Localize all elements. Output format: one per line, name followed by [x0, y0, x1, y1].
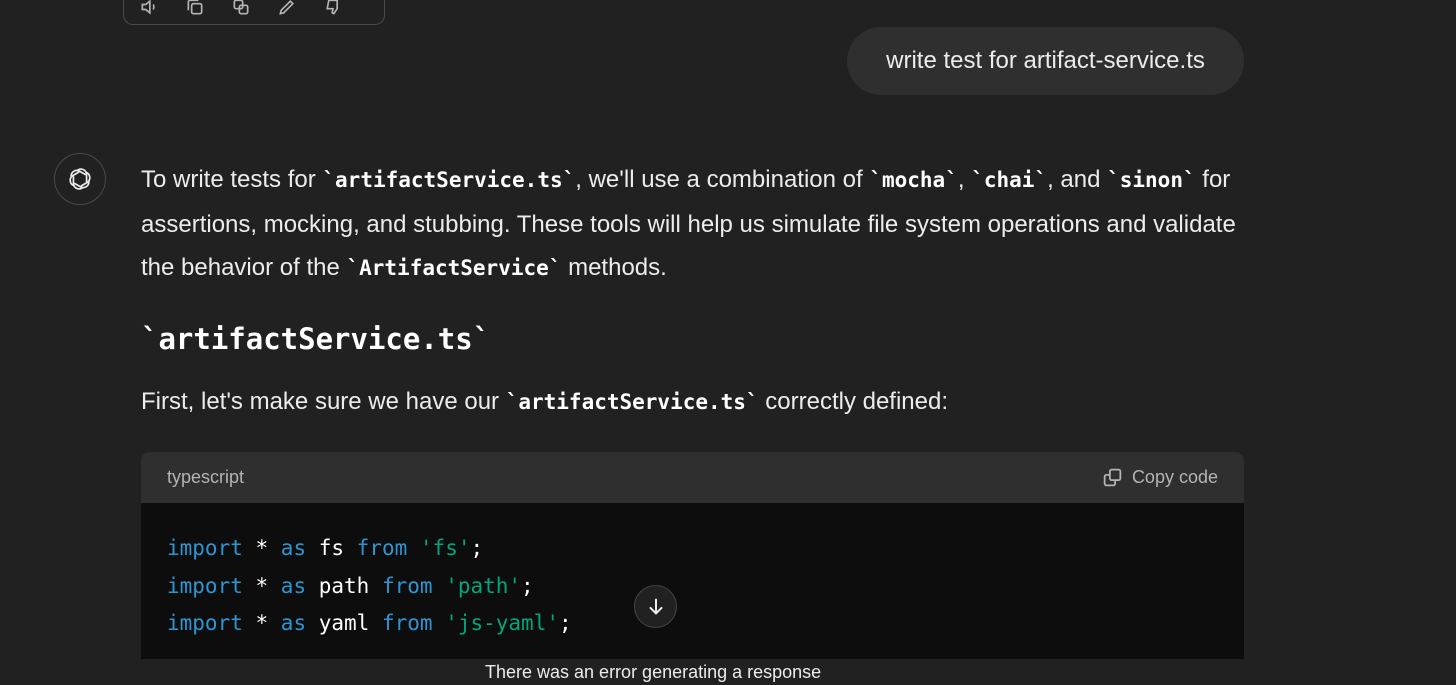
inline-code: `ArtifactService` — [346, 256, 562, 280]
code-block: typescript Copy code import * as fs from… — [141, 452, 1244, 660]
code-string: 'fs' — [419, 536, 471, 560]
inline-code: `mocha` — [869, 168, 958, 192]
code-keyword: from — [381, 611, 433, 635]
text-segment: , — [957, 166, 972, 193]
code-keyword: import — [167, 573, 243, 598]
speaker-icon[interactable] — [138, 0, 160, 18]
user-message-bubble: write test for artifact-service.ts — [847, 27, 1244, 95]
copy-icon — [1103, 468, 1122, 487]
code-text: ; — [558, 611, 572, 635]
inline-code: `sinon` — [1107, 168, 1196, 192]
inline-code: `chai` — [971, 168, 1048, 192]
code-string: 'js-yaml' — [445, 611, 559, 635]
assistant-paragraph: To write tests for `artifactService.ts`,… — [141, 158, 1251, 291]
code-text: * — [242, 611, 281, 635]
text-segment: To write tests for — [141, 166, 323, 193]
code-keyword: import — [167, 536, 243, 560]
copy-code-button[interactable]: Copy code — [1102, 467, 1218, 488]
section-heading: `artifactService.ts` — [141, 322, 491, 356]
arrow-down-icon — [648, 598, 663, 614]
code-block-header: typescript Copy code — [141, 452, 1244, 503]
code-string: 'path' — [445, 573, 522, 598]
regenerate-icon[interactable] — [230, 0, 252, 18]
copy-icon[interactable] — [184, 0, 206, 18]
code-text: yaml — [306, 611, 382, 635]
inline-code: `artifactService.ts` — [322, 168, 576, 192]
code-keyword: from — [356, 536, 408, 560]
code-line: import * as path from 'path'; — [167, 568, 1218, 606]
text-segment: correctly defined: — [758, 388, 949, 415]
code-text: fs — [306, 536, 357, 560]
code-line: import * as yaml from 'js-yaml'; — [167, 605, 1218, 643]
inline-code: `artifactService.ts` — [505, 390, 759, 414]
code-text: ; — [470, 536, 484, 560]
text-segment: , and — [1047, 166, 1108, 193]
text-segment: First, let's make sure we have our — [141, 388, 506, 415]
code-text: * — [242, 573, 281, 598]
text-segment: methods. — [561, 254, 667, 281]
intro-line: First, let's make sure we have our `arti… — [141, 382, 948, 422]
code-text: * — [242, 536, 281, 560]
text-segment: , we'll use a combination of — [575, 166, 870, 193]
code-text: ; — [521, 573, 534, 598]
code-line: import * as fs from 'fs'; — [167, 530, 1218, 568]
thumbs-down-icon[interactable] — [322, 0, 344, 18]
user-message-text: write test for artifact-service.ts — [886, 47, 1205, 74]
copy-code-label: Copy code — [1131, 467, 1218, 487]
code-keyword: import — [167, 611, 243, 635]
code-language-label: typescript — [167, 467, 245, 487]
code-text: path — [306, 573, 382, 598]
edit-icon[interactable] — [276, 0, 298, 18]
code-keyword: as — [280, 536, 307, 560]
message-actions-toolbar — [123, 0, 385, 25]
error-message: There was an error generating a response — [485, 662, 822, 682]
openai-logo-icon — [69, 168, 91, 190]
code-keyword: as — [280, 611, 307, 635]
code-keyword: from — [381, 573, 433, 598]
assistant-avatar — [54, 153, 106, 205]
scroll-to-bottom-button[interactable] — [634, 585, 677, 628]
assistant-message: To write tests for `artifactService.ts`,… — [141, 158, 1251, 291]
code-body: import * as fs from 'fs'; import * as pa… — [141, 503, 1244, 643]
code-keyword: as — [280, 573, 307, 598]
